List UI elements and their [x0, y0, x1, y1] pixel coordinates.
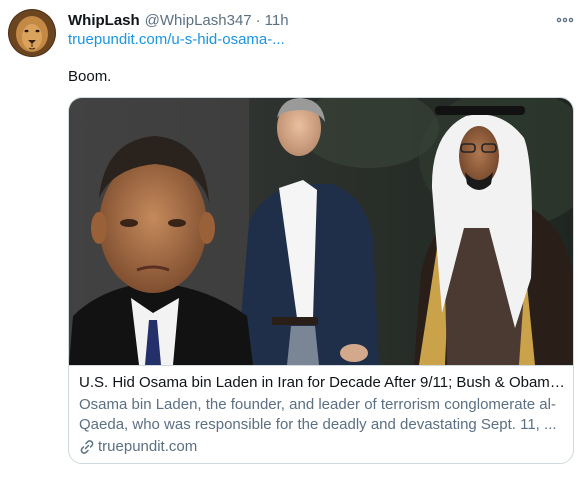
link-icon [79, 439, 95, 455]
card-divider [69, 365, 573, 366]
link-preview-card[interactable]: U.S. Hid Osama bin Laden in Iran for Dec… [68, 97, 574, 464]
tweet-timestamp[interactable]: 11h [265, 12, 289, 29]
more-options-button[interactable] [553, 8, 577, 32]
card-domain: truepundit.com [98, 438, 198, 455]
tweet: WhipLash @WhipLash347 · 11h truepundit.c… [0, 0, 583, 477]
tweet-text: Boom. [68, 68, 112, 85]
card-description[interactable]: Osama bin Laden, the founder, and leader… [79, 395, 567, 435]
avatar[interactable] [8, 9, 56, 57]
separator-dot: · [255, 11, 261, 29]
card-image[interactable] [69, 98, 573, 365]
author-name[interactable]: WhipLash [68, 12, 140, 29]
card-title[interactable]: U.S. Hid Osama bin Laden in Iran for Dec… [79, 374, 567, 391]
author-handle[interactable]: @WhipLash347 [145, 12, 252, 29]
lion-avatar-icon [9, 10, 55, 56]
more-horizontal-icon [556, 17, 574, 23]
tweet-header: WhipLash @WhipLash347 · 11h [68, 10, 289, 30]
card-domain-row[interactable]: truepundit.com [79, 438, 197, 455]
tweet-link[interactable]: truepundit.com/u-s-hid-osama-... [68, 31, 285, 48]
